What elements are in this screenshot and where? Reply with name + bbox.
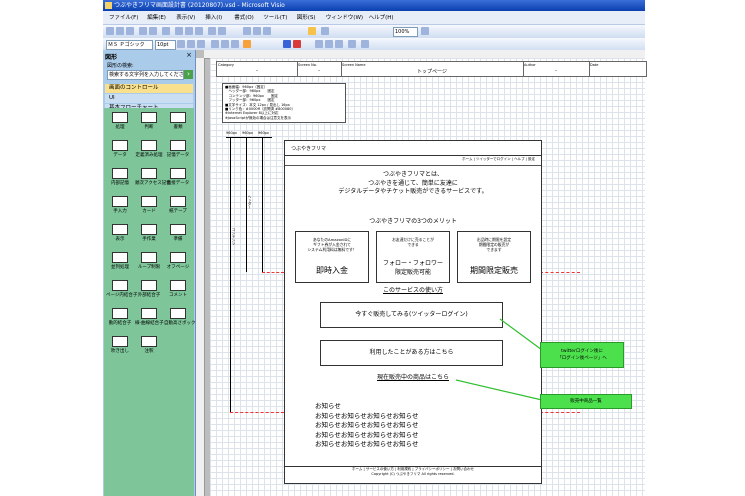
callout-line — [499, 318, 543, 351]
callout-note[interactable]: 販売中商品一覧 — [540, 394, 632, 409]
callout-line — [455, 379, 543, 401]
callout-connectors — [455, 318, 543, 401]
callout-note[interactable]: twitterログイン後に 「ログイン後ページ」へ — [540, 342, 624, 368]
